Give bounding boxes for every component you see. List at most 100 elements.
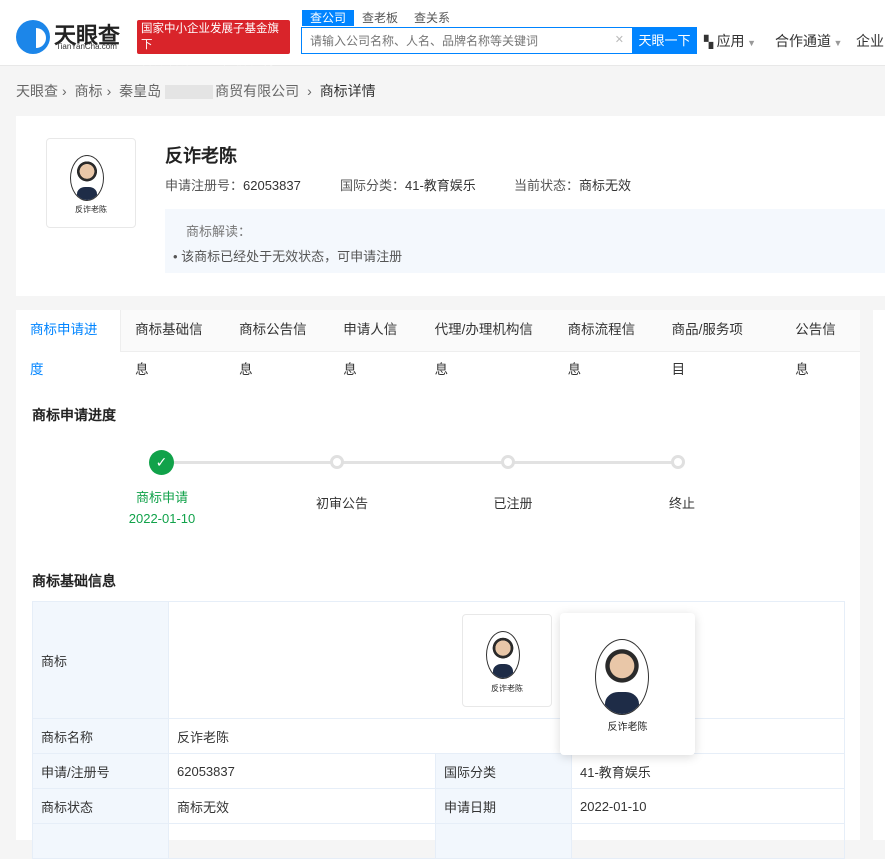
tab-basic-info[interactable]: 商标基础信息 (121, 310, 225, 377)
nav-label: 应用 (716, 33, 745, 49)
trademark-interpretation: 商标解读： • 该商标已经处于无效状态，可申请注册 (165, 209, 885, 273)
breadcrumb-company[interactable]: 秦皇岛 商贸有限公司 (119, 83, 303, 100)
row-label (32, 823, 169, 859)
row-label: 商标名称 (32, 718, 169, 754)
interp-item: • 该商标已经处于无效状态，可申请注册 (173, 249, 403, 264)
search-tab-relation[interactable]: 查关系 (406, 10, 458, 26)
trademark-name: 反诈老陈 (165, 146, 237, 166)
logo-subtitle: TianYanCha.com (56, 42, 117, 51)
row-value: 62053837 (168, 753, 436, 789)
row-label: 申请日期 (435, 788, 572, 824)
step-preliminary: 初审公告 (315, 496, 368, 511)
portrait-image (70, 155, 104, 201)
logo-icon[interactable] (16, 20, 50, 54)
trademark-image[interactable]: 反诈老陈 (462, 614, 552, 707)
right-column (873, 310, 885, 840)
tab-progress[interactable]: 商标申请进度 (16, 310, 122, 377)
basic-info-title: 商标基础信息 (32, 573, 116, 589)
redacted-blur (165, 85, 214, 100)
progress-title: 商标申请进度 (32, 407, 116, 423)
chevron-right-icon: › (62, 83, 67, 99)
nav-partner[interactable]: 合作通道 ▼ (775, 31, 842, 51)
check-icon: ✓ (149, 450, 174, 475)
label: 国际分类： (340, 178, 406, 193)
step-dot (501, 455, 515, 469)
step-dot (330, 455, 344, 469)
trademark-image-cell: 反诈老陈 (168, 601, 845, 719)
caret-down-icon: ▼ (744, 38, 756, 48)
value: 62053837 (243, 178, 301, 193)
table-row: 商标 反诈老陈 (32, 601, 845, 719)
image-caption: 反诈老陈 (607, 722, 648, 733)
row-label: 商标 (32, 601, 169, 719)
breadcrumb-current: 商标详情 (319, 83, 376, 99)
row-label: 商标状态 (32, 788, 169, 824)
intl-class: 国际分类：41-教育娱乐 (340, 175, 476, 194)
step-apply: 商标申请 2022-01-10 (112, 487, 212, 529)
portrait-image (595, 639, 649, 715)
nav-label: 合作通道 (775, 33, 831, 49)
row-value: 商标无效 (168, 788, 436, 824)
reg-no: 申请注册号：62053837 (165, 175, 301, 194)
step-dot (671, 455, 685, 469)
company-name-part: 商贸有限公司 (215, 83, 300, 99)
nav-apps[interactable]: ▚ 应用 ▼ (704, 31, 756, 51)
table-row: 申请/注册号 62053837 国际分类 41-教育娱乐 (32, 753, 845, 789)
breadcrumb-home[interactable]: 天眼查 (16, 83, 58, 99)
tab-agency[interactable]: 代理/办理机构信息 (421, 310, 554, 377)
step-registered: 已注册 (493, 496, 533, 511)
row-label: 国际分类 (435, 753, 572, 789)
tab-applicant[interactable]: 申请人信息 (329, 310, 420, 377)
image-caption: 反诈老陈 (491, 684, 523, 693)
search-type-tabs: 查公司 查老板 查关系 (302, 10, 458, 26)
label: 当前状态： (514, 178, 580, 193)
row-value: 41-教育娱乐 (571, 753, 845, 789)
company-name-part: 秦皇岛 (119, 83, 162, 99)
step-label: 商标申请 (135, 490, 188, 505)
search-tab-boss[interactable]: 查老板 (354, 10, 406, 26)
label: 申请注册号： (165, 178, 244, 193)
caret-down-icon: ▼ (831, 38, 843, 48)
badge-line: 国家中小企业发展子基金旗下 (141, 23, 279, 51)
breadcrumb: 天眼查 › 商标 › 秦皇岛 商贸有限公司 › 商标详情 (16, 81, 380, 101)
trademark-image[interactable]: 反诈老陈 (46, 138, 136, 228)
tab-goods-services[interactable]: 商品/服务项目 (658, 310, 766, 377)
interp-text: 该商标已经处于无效状态，可申请注册 (181, 249, 403, 264)
tab-announcement[interactable]: 商标公告信息 (225, 310, 329, 377)
row-value (571, 823, 845, 859)
row-value: 反诈老陈 (168, 718, 845, 754)
portrait-image (486, 631, 520, 679)
search-tab-company[interactable]: 查公司 (302, 10, 355, 26)
tab-process[interactable]: 商标流程信息 (554, 310, 658, 377)
progress-track (168, 461, 673, 464)
row-label (435, 823, 572, 859)
breadcrumb-trademark[interactable]: 商标 (75, 83, 103, 99)
row-label: 申请/注册号 (32, 753, 169, 789)
step-date: 2022-01-10 (128, 511, 196, 526)
detail-tabs: 商标申请进度 商标基础信息 商标公告信息 申请人信息 代理/办理机构信息 商标流… (16, 310, 860, 377)
row-value (168, 823, 436, 859)
table-row: 商标状态 商标无效 申请日期 2022-01-10 (32, 788, 845, 824)
table-row: 商标名称 反诈老陈 (32, 718, 845, 754)
image-caption: 反诈老陈 (75, 205, 107, 214)
tab-notices[interactable]: 公告信息 (765, 310, 860, 377)
interp-title: 商标解读： (186, 224, 252, 239)
current-status: 当前状态：商标无效 (514, 175, 631, 194)
clear-icon[interactable]: ✕ (615, 33, 624, 46)
chevron-right-icon: › (106, 83, 112, 99)
table-row (32, 823, 845, 859)
search-button[interactable]: 天眼一下 (632, 27, 697, 54)
row-value: 2022-01-10 (571, 788, 845, 824)
value: 商标无效 (579, 178, 632, 193)
basic-info-table: 商标 反诈老陈 商标名称 反诈老陈 申请/注册号 62053837 国际分类 41-教育… (32, 601, 845, 859)
grid-icon: ▚ (704, 35, 717, 49)
nav-enterprise[interactable]: 企业 (856, 31, 884, 51)
search-input[interactable] (302, 28, 602, 53)
chevron-right-icon: › (307, 83, 312, 99)
image-preview-popup: 反诈老陈 (560, 613, 695, 755)
step-terminated: 终止 (668, 496, 695, 511)
value: 41-教育娱乐 (405, 178, 476, 193)
badge-line: 官方备案企业征信机构 (141, 55, 276, 67)
search-box: ✕ (301, 27, 632, 54)
official-badge: 国家中小企业发展子基金旗下官方备案企业征信机构 (137, 20, 290, 67)
